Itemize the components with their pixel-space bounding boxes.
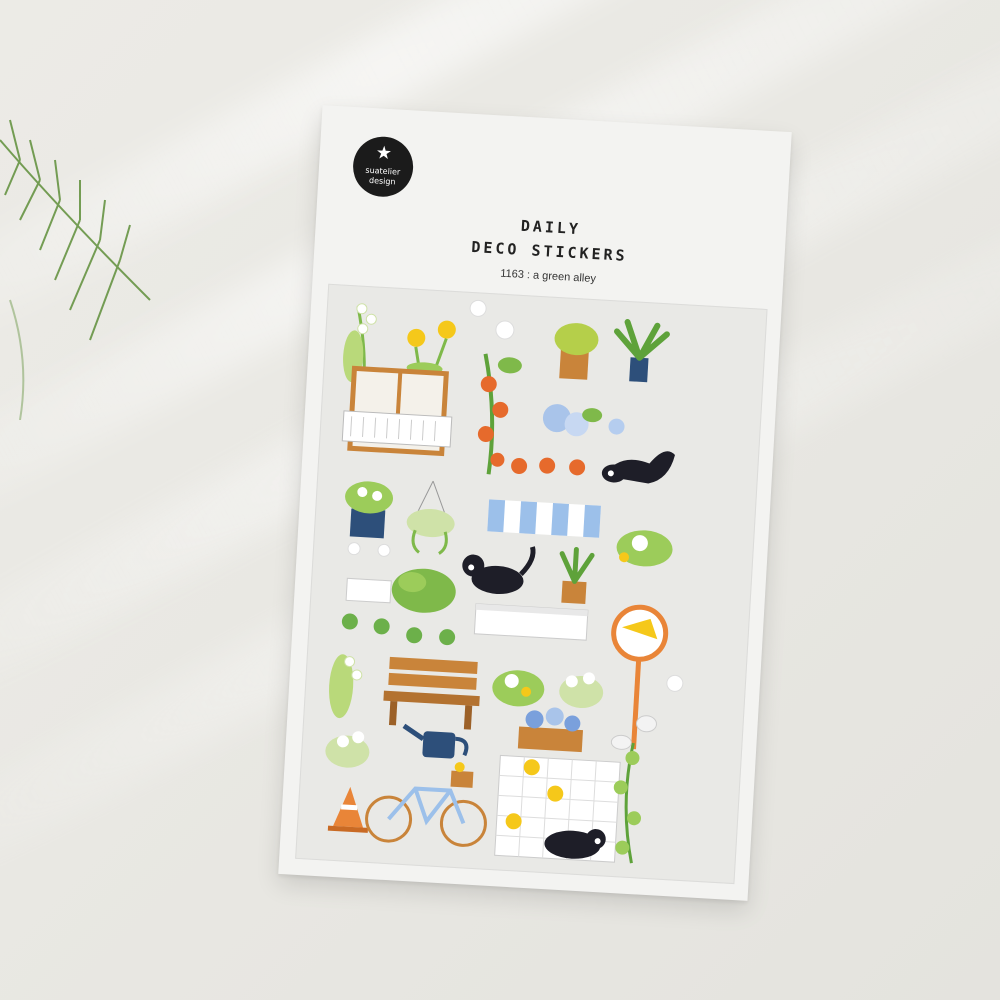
sticker-sheet	[295, 283, 768, 885]
small-flower-icon	[495, 320, 515, 340]
clover-icon	[341, 613, 456, 646]
small-railing-icon	[345, 577, 392, 604]
potted-white-flowers-icon	[345, 481, 394, 539]
striped-awning-icon	[487, 499, 601, 538]
walking-cat-icon	[462, 546, 536, 595]
stone-icon	[610, 734, 632, 750]
small-potted-plant-icon	[559, 546, 595, 605]
palm-plant-icon	[614, 319, 670, 383]
window-box-icon	[473, 603, 589, 641]
hanging-planter-icon	[406, 480, 455, 555]
lily-of-the-valley-icon	[329, 654, 363, 719]
small-flower-icon	[377, 543, 391, 557]
tomato-icon	[511, 458, 528, 475]
tomato-icon	[539, 457, 556, 474]
small-flower-icon	[666, 674, 684, 692]
sticker-pack: ★ suatelier design DAILY DECO STICKERS 1…	[278, 105, 792, 901]
dandelion-icon	[406, 320, 456, 375]
small-flower-icon	[469, 299, 487, 317]
wooden-bench-icon	[383, 656, 480, 730]
daisy-icon	[492, 670, 545, 707]
star-icon: ★	[375, 142, 393, 165]
white-flower-leaves-icon	[616, 530, 673, 567]
stretching-cat-icon	[601, 451, 675, 484]
hydrangea-icon	[542, 404, 625, 437]
bicycle-icon	[365, 762, 487, 847]
round-mirror-sign-icon	[611, 604, 669, 750]
small-flower-icon	[347, 542, 361, 556]
watering-can-icon	[402, 723, 469, 759]
potted-plant-icon	[554, 323, 599, 380]
window-balcony-icon	[341, 365, 453, 457]
daisy-icon	[559, 672, 604, 708]
traffic-cone-icon	[327, 786, 369, 833]
flower-box-icon	[517, 707, 584, 753]
stone-icon	[635, 715, 657, 733]
fern-branch-icon	[0, 119, 151, 420]
tomato-icon	[569, 459, 586, 476]
clover-bush-icon	[391, 568, 456, 613]
tomato-vine-icon	[477, 353, 522, 475]
daisy-icon	[325, 731, 370, 768]
